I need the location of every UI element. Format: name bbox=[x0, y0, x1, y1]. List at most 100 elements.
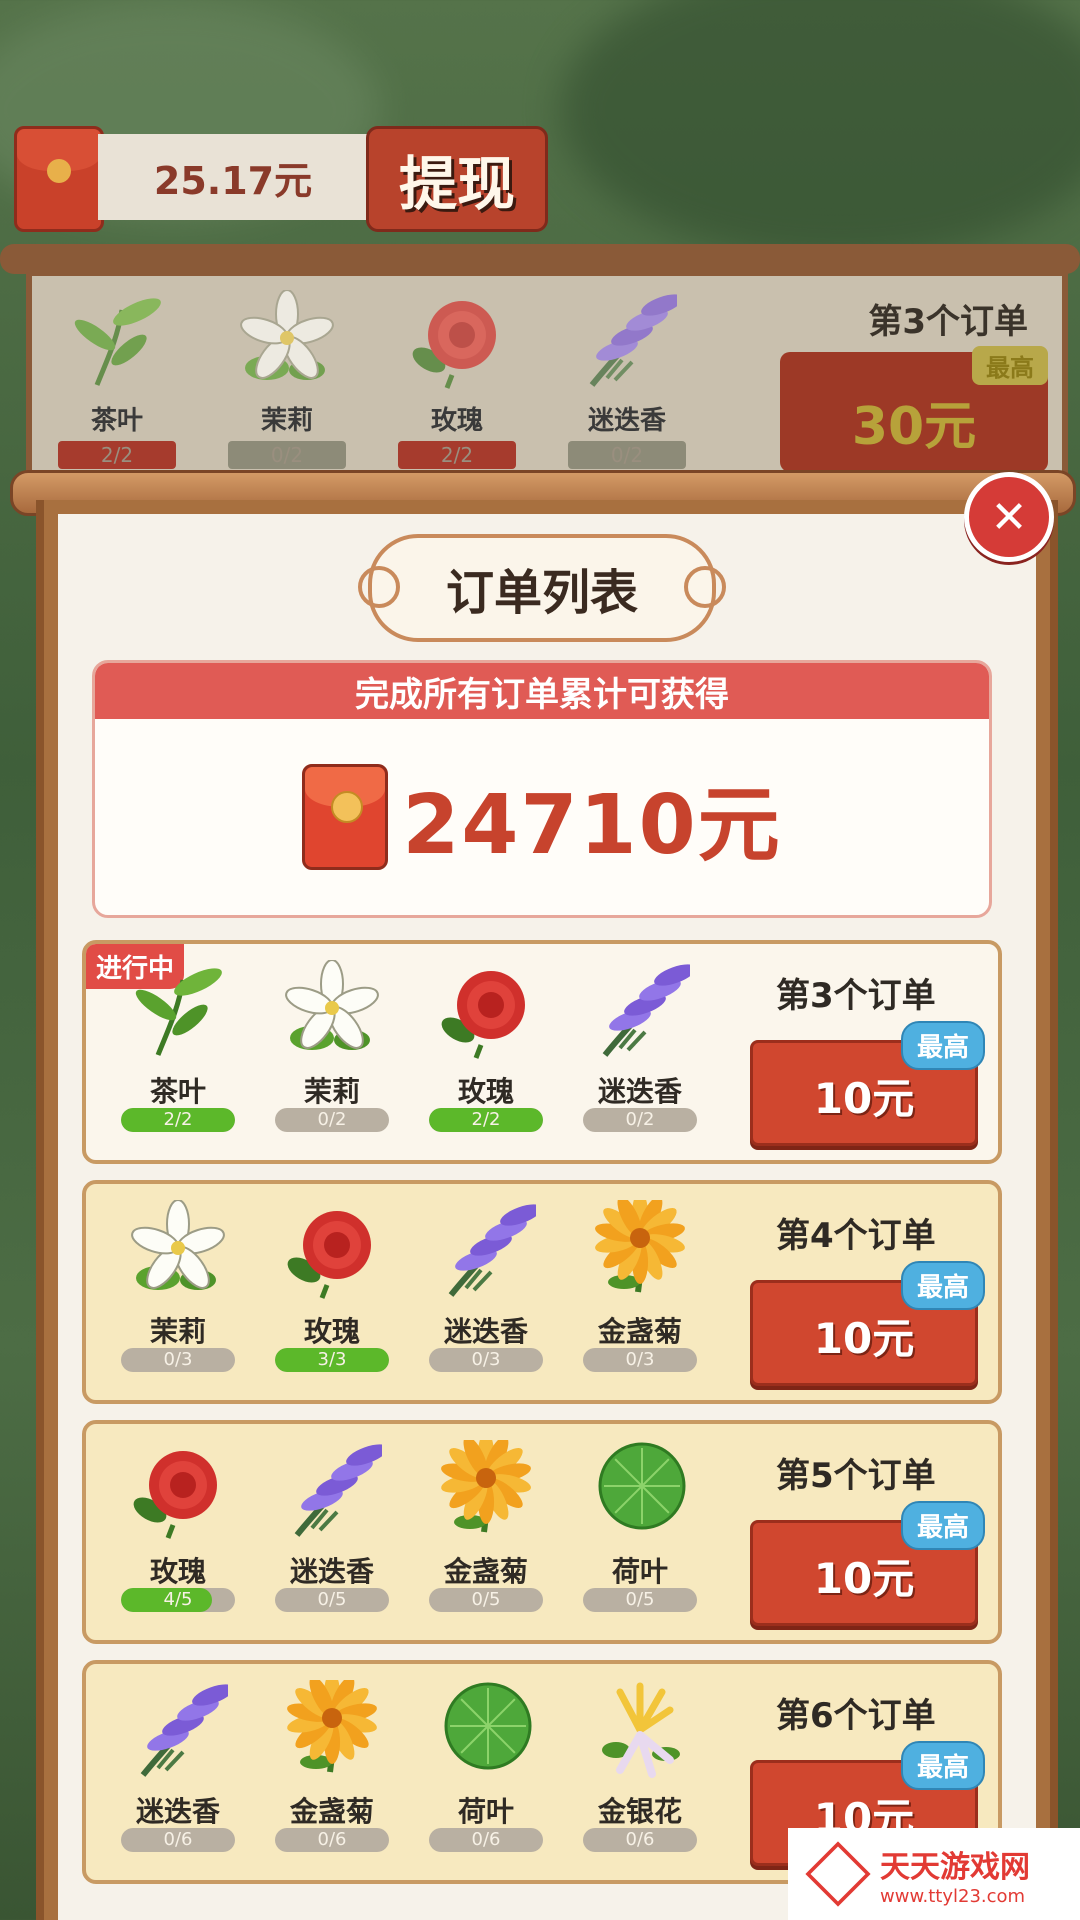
rosemary-icon bbox=[262, 1434, 402, 1546]
order-title: 第6个订单 bbox=[776, 1696, 936, 1736]
reward-button[interactable]: 最高 10元 bbox=[750, 1261, 985, 1386]
bg-order-item: 迷迭香 0/2 bbox=[562, 290, 692, 469]
order-item: 金银花 0/6 bbox=[570, 1674, 710, 1852]
item-progress-text: 3/3 bbox=[317, 1349, 347, 1370]
reward-max-tag: 最高 bbox=[900, 1501, 985, 1550]
item-name: 茶叶 bbox=[149, 1075, 206, 1108]
item-progress-bar: 3/3 bbox=[275, 1348, 389, 1372]
rosemary-icon bbox=[108, 1674, 248, 1786]
watermark-url: www.ttyl23.com bbox=[880, 1885, 1026, 1907]
reward-amount: 10元 bbox=[813, 1554, 915, 1603]
order-card: 玫瑰 4/5 迷迭香 0/5 金盏菊 0/5 荷叶 0/5 第5个订单 最高 1… bbox=[82, 1420, 1002, 1644]
tea-leaf-icon bbox=[108, 954, 248, 1066]
order-title: 第3个订单 bbox=[776, 976, 936, 1016]
reward-max-tag: 最高 bbox=[900, 1261, 985, 1310]
bg-order-item: 茶叶 2/2 bbox=[52, 290, 182, 469]
close-icon: ✕ bbox=[990, 491, 1028, 543]
balance-display: 25.17元 bbox=[98, 134, 368, 220]
item-progress-text: 0/5 bbox=[317, 1589, 347, 1610]
order-item: 金盏菊 0/5 bbox=[416, 1434, 556, 1612]
bg-order-item: 茉莉 0/2 bbox=[222, 289, 352, 469]
rosemary-icon bbox=[416, 1194, 556, 1306]
marigold-icon bbox=[416, 1434, 556, 1546]
order-item: 迷迭香 0/3 bbox=[416, 1194, 556, 1372]
order-card: 进行中 茶叶 2/2 茉莉 0/2 玫瑰 2/2 迷迭香 0/2 第3个订单 最… bbox=[82, 940, 1002, 1164]
item-progress-bar: 0/3 bbox=[429, 1348, 543, 1372]
item-progress-bar: 0/6 bbox=[583, 1828, 697, 1852]
item-name: 荷叶 bbox=[457, 1795, 514, 1828]
jasmine-icon bbox=[262, 954, 402, 1066]
bg-item-progress: 0/2 bbox=[228, 441, 346, 469]
background-foliage bbox=[560, 0, 1080, 260]
rose-icon bbox=[108, 1434, 248, 1546]
bg-reward-amount: 30元 bbox=[851, 397, 977, 457]
item-progress-text: 0/3 bbox=[471, 1349, 501, 1370]
tea-leaf-icon bbox=[52, 290, 182, 400]
close-button[interactable]: ✕ bbox=[964, 472, 1054, 562]
item-progress-text: 0/6 bbox=[163, 1829, 193, 1850]
item-progress-text: 0/5 bbox=[471, 1589, 501, 1610]
jasmine-icon bbox=[108, 1194, 248, 1306]
honeysuckle-icon bbox=[570, 1674, 710, 1786]
item-progress-text: 2/2 bbox=[471, 1109, 501, 1130]
item-progress-text: 0/2 bbox=[625, 1109, 655, 1130]
rosemary-icon bbox=[562, 290, 692, 400]
modal-title: 订单列表 bbox=[358, 534, 726, 642]
reward-amount: 10元 bbox=[813, 1074, 915, 1123]
bg-item-name: 茉莉 bbox=[260, 406, 313, 436]
item-progress-bar: 0/3 bbox=[121, 1348, 235, 1372]
reward-max-tag: 最高 bbox=[900, 1021, 985, 1070]
item-progress-text: 0/6 bbox=[625, 1829, 655, 1850]
item-progress-text: 0/2 bbox=[317, 1109, 347, 1130]
order-title: 第4个订单 bbox=[776, 1216, 936, 1256]
item-progress-bar: 2/2 bbox=[429, 1108, 543, 1132]
rose-icon bbox=[416, 954, 556, 1066]
marigold-icon bbox=[570, 1194, 710, 1306]
order-item: 茉莉 0/2 bbox=[262, 954, 402, 1132]
order-item: 金盏菊 0/3 bbox=[570, 1194, 710, 1372]
item-progress-bar: 0/5 bbox=[583, 1588, 697, 1612]
item-name: 迷迭香 bbox=[289, 1555, 374, 1588]
rosemary-icon bbox=[570, 954, 710, 1066]
order-item: 茉莉 0/3 bbox=[108, 1194, 248, 1372]
item-progress-bar: 0/6 bbox=[275, 1828, 389, 1852]
marigold-icon bbox=[262, 1674, 402, 1786]
item-progress-text: 0/3 bbox=[625, 1349, 655, 1370]
item-progress-text: 0/6 bbox=[471, 1829, 501, 1850]
item-progress-text: 0/3 bbox=[163, 1349, 193, 1370]
order-item: 金盏菊 0/6 bbox=[262, 1674, 402, 1852]
item-progress-bar: 0/5 bbox=[429, 1588, 543, 1612]
item-name: 玫瑰 bbox=[303, 1315, 360, 1348]
order-title: 第5个订单 bbox=[776, 1456, 936, 1496]
order-item: 玫瑰 3/3 bbox=[262, 1194, 402, 1372]
item-progress-bar: 4/5 bbox=[121, 1588, 235, 1612]
total-reward-card: 完成所有订单累计可获得 24710元 bbox=[92, 660, 992, 918]
order-item: 迷迭香 0/6 bbox=[108, 1674, 248, 1852]
summary-header: 完成所有订单累计可获得 bbox=[95, 663, 989, 719]
bg-item-progress: 2/2 bbox=[58, 441, 176, 469]
item-name: 茉莉 bbox=[149, 1315, 206, 1348]
item-name: 玫瑰 bbox=[457, 1075, 514, 1108]
item-name: 金银花 bbox=[597, 1795, 682, 1828]
bg-item-progress: 0/2 bbox=[568, 441, 686, 469]
summary-total: 24710元 bbox=[402, 777, 782, 873]
rose-icon bbox=[262, 1194, 402, 1306]
lotus-leaf-icon bbox=[570, 1434, 710, 1546]
item-progress-text: 2/2 bbox=[163, 1109, 193, 1130]
red-envelope-icon[interactable] bbox=[14, 126, 104, 232]
reward-amount: 10元 bbox=[813, 1314, 915, 1363]
item-name: 迷迭香 bbox=[135, 1795, 220, 1828]
reward-max-tag: 最高 bbox=[900, 1741, 985, 1790]
item-progress-text: 0/5 bbox=[625, 1589, 655, 1610]
top-bar: 25.17元 提现 bbox=[14, 126, 548, 232]
bg-reward-tag: 最高 bbox=[972, 346, 1048, 385]
reward-button[interactable]: 最高 10元 bbox=[750, 1021, 985, 1146]
item-progress-bar: 2/2 bbox=[121, 1108, 235, 1132]
background-order-panel: 茶叶 2/2 茉莉 0/2 玫瑰 2/2 迷迭香 0/2 第3个订单 最高 30… bbox=[26, 270, 1068, 492]
order-item: 荷叶 0/5 bbox=[570, 1434, 710, 1612]
reward-button[interactable]: 最高 10元 bbox=[750, 1501, 985, 1626]
order-card: 茉莉 0/3 玫瑰 3/3 迷迭香 0/3 金盏菊 0/3 第4个订单 最高 1… bbox=[82, 1180, 1002, 1404]
item-progress-bar: 0/5 bbox=[275, 1588, 389, 1612]
item-progress-bar: 0/3 bbox=[583, 1348, 697, 1372]
withdraw-button[interactable]: 提现 bbox=[366, 126, 548, 232]
